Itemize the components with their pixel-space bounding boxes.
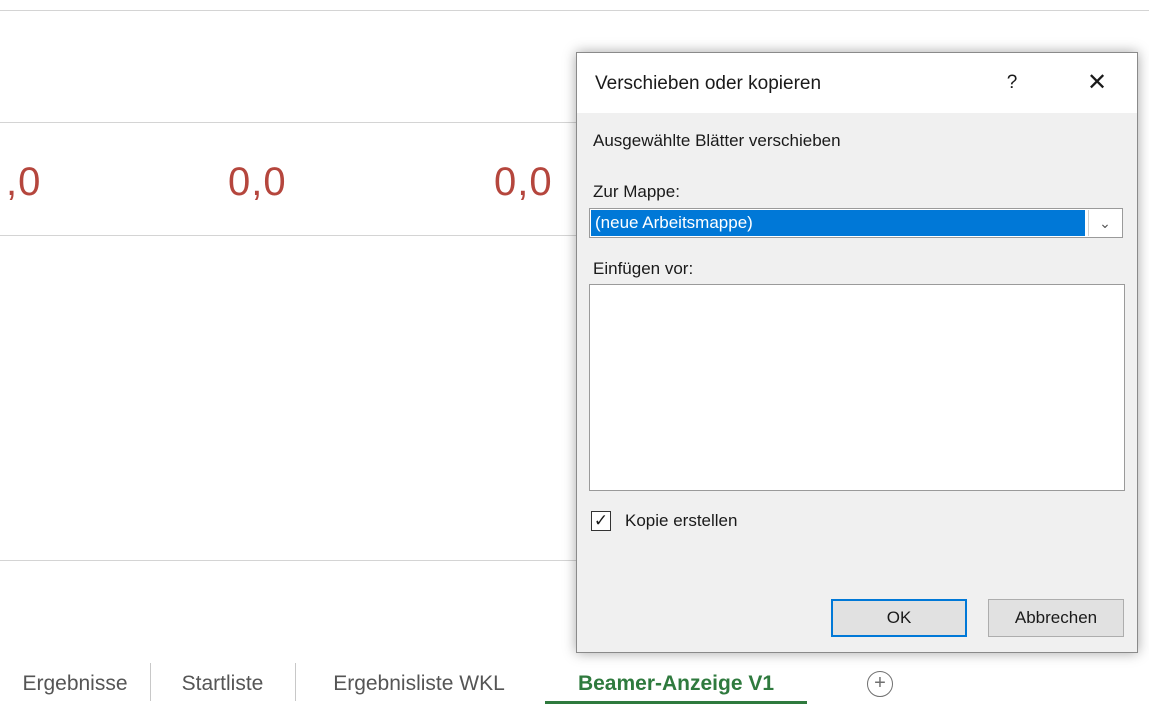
cell-value[interactable]: ,0 xyxy=(6,160,41,205)
close-icon[interactable]: ✕ xyxy=(1077,67,1117,99)
tab-ergebnisliste-wkl[interactable]: Ergebnisliste WKL xyxy=(296,655,542,706)
move-copy-dialog: Verschieben oder kopieren ? ✕ Ausgewählt… xyxy=(576,52,1138,653)
cell-value[interactable]: 0,0 xyxy=(228,160,287,205)
workbook-label: Zur Mappe: xyxy=(593,182,680,201)
tab-ergebnisse[interactable]: Ergebnisse xyxy=(0,655,150,706)
chevron-down-icon[interactable]: ⌄ xyxy=(1088,210,1121,236)
workbook-selected-value: (neue Arbeitsmappe) xyxy=(591,210,1085,236)
tab-beamer-anzeige-v1[interactable]: Beamer-Anzeige V1 xyxy=(545,655,807,704)
gridline xyxy=(0,235,576,236)
help-icon[interactable]: ? xyxy=(992,67,1032,99)
gridline xyxy=(0,10,1149,11)
sheet-tab-bar: Ergebnisse Startliste Ergebnisliste WKL … xyxy=(0,655,1149,706)
add-sheet-icon[interactable]: + xyxy=(867,671,893,697)
cell-value[interactable]: 0,0 xyxy=(494,160,553,205)
dialog-titlebar: Verschieben oder kopieren ? ✕ xyxy=(577,53,1137,113)
ok-button[interactable]: OK xyxy=(831,599,967,637)
tab-startliste[interactable]: Startliste xyxy=(151,655,294,706)
cancel-button[interactable]: Abbrechen xyxy=(988,599,1124,637)
dialog-title: Verschieben oder kopieren xyxy=(595,73,822,94)
gridline xyxy=(0,122,576,123)
copy-checkbox[interactable]: ✓ xyxy=(591,511,611,531)
insert-before-label: Einfügen vor: xyxy=(593,259,694,278)
insert-before-listbox[interactable] xyxy=(589,284,1125,491)
dialog-subtitle: Ausgewählte Blätter verschieben xyxy=(593,131,841,150)
copy-checkbox-label[interactable]: Kopie erstellen xyxy=(625,511,737,531)
gridline xyxy=(0,560,576,561)
workbook-select[interactable]: (neue Arbeitsmappe) ⌄ xyxy=(589,208,1123,238)
